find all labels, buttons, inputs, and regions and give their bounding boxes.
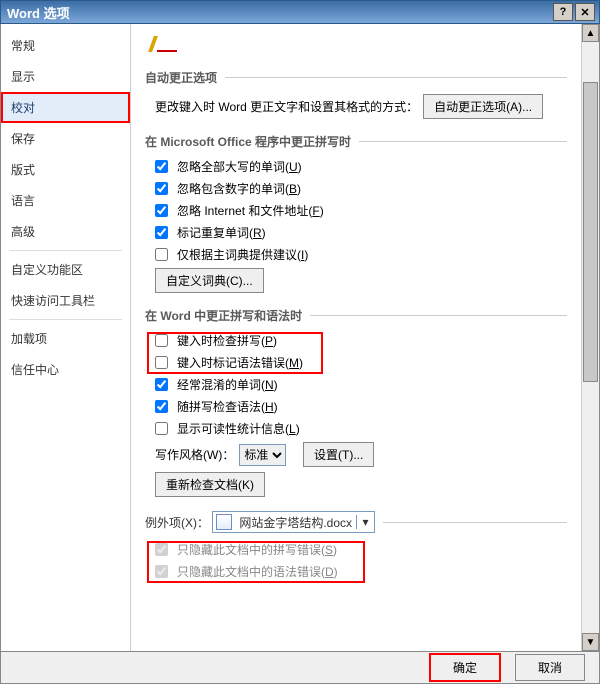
scroll-down-button[interactable]: ▼ [582,633,599,651]
section-title-text: 在 Word 中更正拼写和语法时 [145,307,302,324]
option-label: 标记重复单词(R) [177,224,266,241]
scroll-up-button[interactable]: ▲ [582,24,599,42]
option-label: 只隐藏此文档中的语法错误(D) [177,563,338,580]
vertical-scrollbar[interactable]: ▲ ▼ [581,24,599,651]
recheck-document-button[interactable]: 重新检查文档(K) [155,472,265,497]
exceptions-label: 例外项(X)： [145,514,209,531]
option-checkbox[interactable] [155,182,168,195]
sidebar: 常规显示校对保存版式语言高级自定义功能区快速访问工具栏加载项信任中心 [1,24,131,651]
option-label: 忽略全部大写的单词(U) [177,158,302,175]
option-label: 经常混淆的单词(N) [177,376,278,393]
option-checkbox[interactable] [155,356,168,369]
sidebar-item[interactable]: 语言 [1,185,130,216]
section-title-text: 在 Microsoft Office 程序中更正拼写时 [145,133,351,150]
sidebar-separator [9,250,122,251]
option-label: 随拼写检查语法(H) [177,398,278,415]
exceptions-combo[interactable]: 网站金字塔结构.docx ▾ [212,511,375,533]
section-word-spell-title: 在 Word 中更正拼写和语法时 [145,307,567,324]
section-autocorrect-title: 自动更正选项 [145,69,567,86]
option-label: 键入时标记语法错误(M) [177,354,303,371]
ok-button[interactable]: 确定 [429,653,501,682]
writing-style-settings-button[interactable]: 设置(T)... [303,442,374,467]
content-area: 自动更正选项 更改键入时 Word 更正文字和设置其格式的方式： 自动更正选项(… [131,24,599,651]
option-label: 忽略包含数字的单词(B) [177,180,301,197]
sidebar-item[interactable]: 常规 [1,30,130,61]
option-label: 键入时检查拼写(P) [177,332,277,349]
chevron-down-icon[interactable]: ▾ [356,515,374,529]
writing-style-label: 写作风格(W)： [155,446,234,463]
sidebar-item[interactable]: 保存 [1,123,130,154]
section-office-spell-title: 在 Microsoft Office 程序中更正拼写时 [145,133,567,150]
writing-style-select[interactable]: 标准 [239,444,286,466]
close-button[interactable]: ✕ [575,3,595,21]
autocorrect-options-button[interactable]: 自动更正选项(A)... [423,94,543,119]
option-label: 只隐藏此文档中的拼写错误(S) [177,541,337,558]
option-checkbox[interactable] [155,422,168,435]
option-checkbox[interactable] [155,565,168,578]
option-label: 仅根据主词典提供建议(I) [177,246,308,263]
window-body: 常规显示校对保存版式语言高级自定义功能区快速访问工具栏加载项信任中心 自动更正选… [0,24,600,652]
sidebar-item[interactable]: 高级 [1,216,130,247]
option-label: 忽略 Internet 和文件地址(F) [177,202,324,219]
proofing-icon [151,34,177,52]
option-checkbox[interactable] [155,400,168,413]
sidebar-item[interactable]: 快速访问工具栏 [1,285,130,316]
autocorrect-desc: 更改键入时 Word 更正文字和设置其格式的方式： [155,98,418,115]
option-checkbox[interactable] [155,226,168,239]
exceptions-value: 网站金字塔结构.docx [235,514,356,531]
sidebar-item[interactable]: 加载项 [1,323,130,354]
dialog-footer: 确定 取消 [0,652,600,684]
sidebar-item[interactable]: 自定义功能区 [1,254,130,285]
scroll-track[interactable] [582,42,599,633]
scroll-thumb[interactable] [583,82,598,382]
section-title-text: 自动更正选项 [145,69,217,86]
custom-dictionary-button[interactable]: 自定义词典(C)... [155,268,264,293]
sidebar-separator [9,319,122,320]
option-checkbox[interactable] [155,204,168,217]
cancel-button[interactable]: 取消 [515,654,585,681]
sidebar-item[interactable]: 信任中心 [1,354,130,385]
option-checkbox[interactable] [155,334,168,347]
sidebar-item[interactable]: 校对 [1,92,130,123]
option-checkbox[interactable] [155,543,168,556]
scroll-pane: 自动更正选项 更改键入时 Word 更正文字和设置其格式的方式： 自动更正选项(… [131,24,581,651]
option-label: 显示可读性统计信息(L) [177,420,300,437]
titlebar: Word 选项 ? ✕ [0,0,600,24]
sidebar-item[interactable]: 版式 [1,154,130,185]
exceptions-row: 例外项(X)： 网站金字塔结构.docx ▾ [145,511,567,533]
sidebar-item[interactable]: 显示 [1,61,130,92]
option-checkbox[interactable] [155,248,168,261]
help-button[interactable]: ? [553,3,573,21]
window-title: Word 选项 [5,3,551,22]
document-icon [216,514,232,530]
option-checkbox[interactable] [155,378,168,391]
option-checkbox[interactable] [155,160,168,173]
